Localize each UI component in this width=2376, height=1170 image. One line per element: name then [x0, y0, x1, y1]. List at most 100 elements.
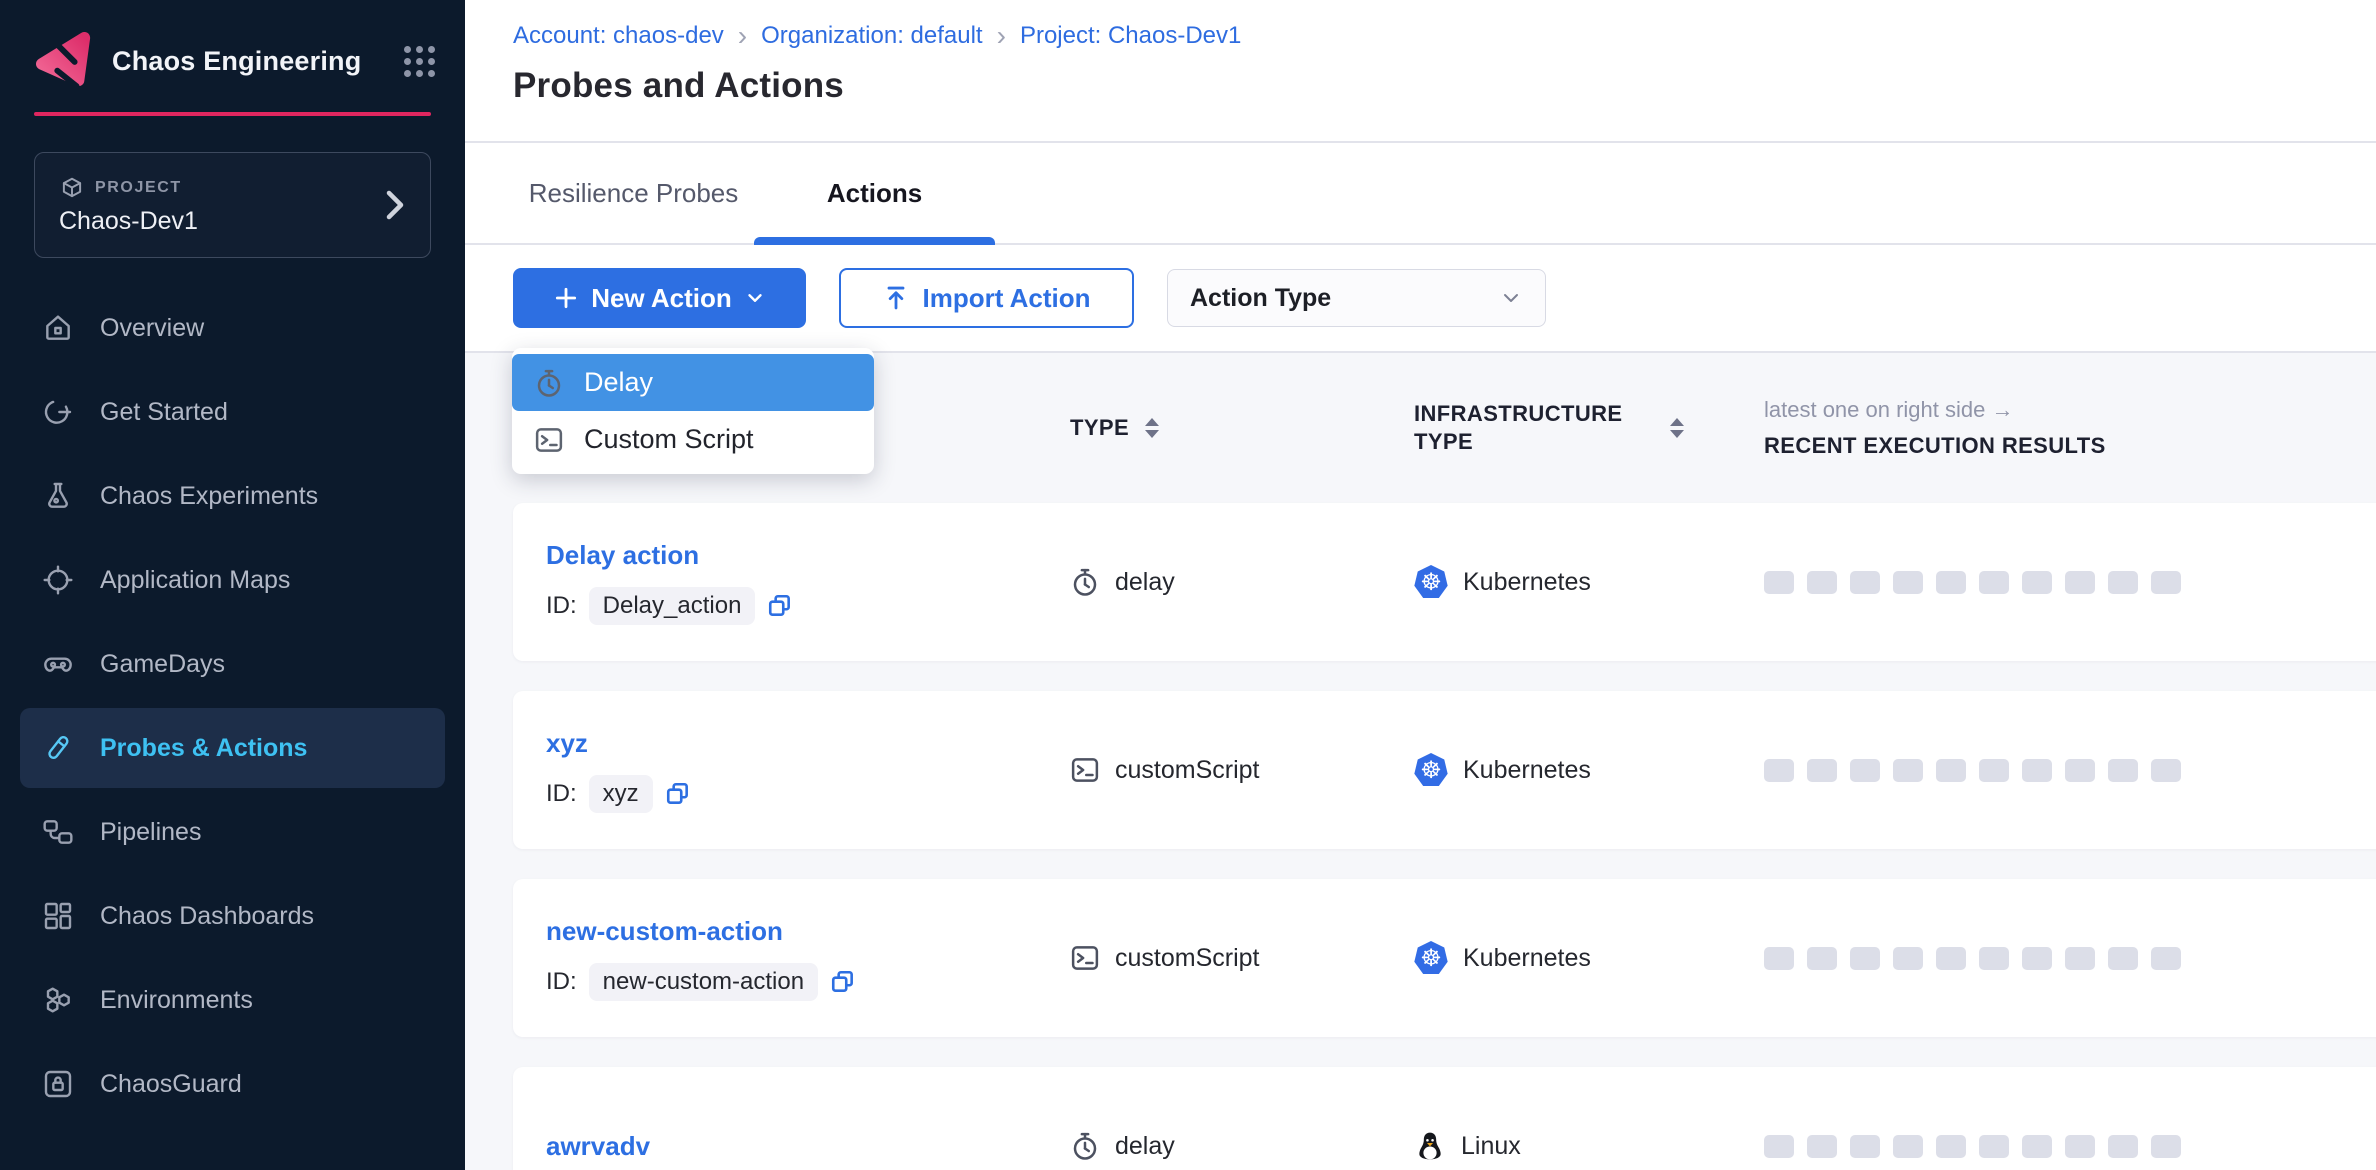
breadcrumb-separator-icon: ›	[997, 24, 1006, 48]
table-row: Delay action ID: Delay_action delay ☸ Ku…	[513, 503, 2376, 661]
execution-result-placeholder	[1936, 1135, 1966, 1158]
execution-result-placeholder	[1807, 947, 1837, 970]
tab-actions[interactable]: Actions	[754, 143, 995, 243]
execution-result-placeholder	[2151, 759, 2181, 782]
execution-result-placeholder	[2065, 1135, 2095, 1158]
table-header-results: latest one on right side → RECENT EXECUT…	[1764, 397, 2376, 459]
execution-result-placeholder	[2065, 571, 2095, 594]
execution-result-placeholder	[1850, 947, 1880, 970]
chevron-down-icon	[744, 287, 766, 309]
action-name-link[interactable]: awrvadv	[546, 1131, 650, 1162]
terminal-icon	[1070, 943, 1100, 973]
id-label: ID:	[546, 780, 577, 808]
execution-result-placeholder	[1936, 571, 1966, 594]
breadcrumb-organization-link[interactable]: Organization: default	[761, 22, 982, 50]
sidebar-nav: Overview Get Started Chaos Experiments A…	[0, 288, 465, 1124]
execution-result-placeholder	[2108, 759, 2138, 782]
kubernetes-icon: ☸	[1414, 565, 1448, 599]
cube-icon	[59, 175, 85, 201]
sidebar-item-pipelines[interactable]: Pipelines	[20, 792, 445, 872]
breadcrumb-separator-icon: ›	[738, 24, 747, 48]
copy-icon[interactable]	[665, 781, 691, 807]
import-action-button[interactable]: Import Action	[839, 268, 1134, 328]
action-name-link[interactable]: new-custom-action	[546, 916, 783, 947]
execution-result-placeholder	[2108, 1135, 2138, 1158]
kubernetes-icon: ☸	[1414, 941, 1448, 975]
sort-icon[interactable]	[1670, 418, 1684, 438]
execution-result-placeholder	[2022, 759, 2052, 782]
main-content: Account: chaos-dev › Organization: defau…	[465, 0, 2376, 1170]
sidebar-item-gamedays[interactable]: GameDays	[20, 624, 445, 704]
tab-resilience-probes[interactable]: Resilience Probes	[513, 143, 754, 243]
copy-icon[interactable]	[830, 969, 856, 995]
actions-table: Delay action ID: Delay_action delay ☸ Ku…	[465, 503, 2376, 1170]
action-name-link[interactable]: Delay action	[546, 540, 699, 571]
execution-result-placeholder	[1979, 571, 2009, 594]
chevron-right-icon	[384, 190, 406, 220]
project-label: PROJECT	[95, 179, 182, 197]
execution-result-placeholder	[2022, 1135, 2052, 1158]
sidebar-item-chaos-dashboards[interactable]: Chaos Dashboards	[20, 876, 445, 956]
toolbar: New Action Import Action Action Type	[465, 245, 2376, 353]
execution-result-placeholder	[2065, 947, 2095, 970]
plus-icon	[553, 285, 579, 311]
kubernetes-icon: ☸	[1414, 753, 1448, 787]
sidebar-item-overview[interactable]: Overview	[20, 288, 445, 368]
terminal-icon	[534, 425, 564, 455]
action-id-value: xyz	[589, 775, 653, 813]
execution-result-placeholder	[2022, 947, 2052, 970]
menu-item-custom-script[interactable]: Custom Script	[512, 411, 874, 468]
execution-result-placeholder	[1850, 759, 1880, 782]
breadcrumb-account-link[interactable]: Account: chaos-dev	[513, 22, 724, 50]
breadcrumb-project-link[interactable]: Project: Chaos-Dev1	[1020, 22, 1241, 50]
sidebar-item-chaosguard[interactable]: ChaosGuard	[20, 1044, 445, 1124]
menu-item-delay[interactable]: Delay	[512, 354, 874, 411]
execution-result-placeholder	[2065, 759, 2095, 782]
execution-result-placeholder	[1807, 571, 1837, 594]
execution-result-placeholder	[2151, 947, 2181, 970]
target-icon	[42, 564, 74, 596]
pink-accent-divider	[34, 112, 431, 116]
test-tube-icon	[42, 732, 74, 764]
pipelines-icon	[42, 816, 74, 848]
table-header-type[interactable]: TYPE	[1070, 415, 1414, 441]
execution-result-placeholder	[1893, 947, 1923, 970]
upload-icon	[882, 284, 910, 312]
execution-result-placeholder	[1979, 759, 2009, 782]
sidebar-item-application-maps[interactable]: Application Maps	[20, 540, 445, 620]
copy-icon[interactable]	[767, 593, 793, 619]
project-name: Chaos-Dev1	[59, 207, 198, 236]
sidebar-item-probes-actions[interactable]: Probes & Actions	[20, 708, 445, 788]
table-row: xyz ID: xyz customScript ☸ Kubernetes	[513, 691, 2376, 849]
id-label: ID:	[546, 968, 577, 996]
sidebar-item-chaos-experiments[interactable]: Chaos Experiments	[20, 456, 445, 536]
get-started-icon	[42, 396, 74, 428]
action-type-select[interactable]: Action Type	[1167, 269, 1546, 327]
project-selector[interactable]: PROJECT Chaos-Dev1	[34, 152, 431, 258]
sort-icon[interactable]	[1145, 418, 1159, 438]
execution-result-placeholder	[1979, 1135, 2009, 1158]
new-action-button[interactable]: New Action	[513, 268, 806, 328]
dashboard-icon	[42, 900, 74, 932]
execution-result-placeholder	[1807, 759, 1837, 782]
execution-result-placeholder	[1893, 1135, 1923, 1158]
gamepad-icon	[42, 648, 74, 680]
sidebar-item-environments[interactable]: Environments	[20, 960, 445, 1040]
execution-result-placeholder	[1764, 571, 1794, 594]
action-name-link[interactable]: xyz	[546, 728, 588, 759]
execution-result-placeholder	[1807, 1135, 1837, 1158]
app-title: Chaos Engineering	[112, 46, 361, 77]
execution-result-placeholder	[2022, 571, 2052, 594]
execution-result-placeholder	[1936, 759, 1966, 782]
execution-result-placeholder	[1764, 1135, 1794, 1158]
action-id-value: new-custom-action	[589, 963, 818, 1001]
execution-result-placeholder	[2108, 947, 2138, 970]
table-header-infrastructure-type[interactable]: INFRASTRUCTURE TYPE	[1414, 400, 1764, 456]
sidebar-item-get-started[interactable]: Get Started	[20, 372, 445, 452]
page-header: Account: chaos-dev › Organization: defau…	[465, 0, 2376, 143]
environments-icon	[42, 984, 74, 1016]
execution-result-placeholder	[1936, 947, 1966, 970]
app-switcher-grid-icon[interactable]	[404, 46, 435, 77]
execution-result-placeholder	[2151, 1135, 2181, 1158]
recent-execution-results	[1764, 571, 2376, 594]
